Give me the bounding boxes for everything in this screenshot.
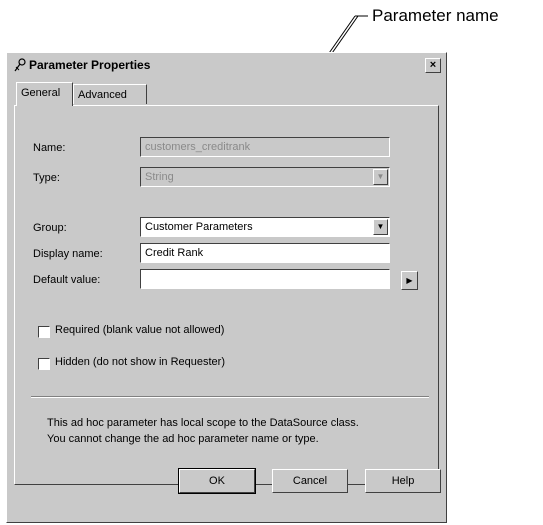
parameter-icon [14,58,26,72]
group-value: Customer Parameters [145,221,253,233]
name-field: customers_creditrank [140,137,390,157]
tab-general-label: General [21,87,61,99]
info-line-1: This ad hoc parameter has local scope to… [47,417,359,429]
display-name-field[interactable]: Credit Rank [140,243,390,263]
group-dropdown-arrow-icon[interactable]: ▼ [373,219,388,235]
close-icon: × [429,59,437,71]
type-dropdown-arrow-icon: ▼ [373,169,388,185]
separator [31,396,429,398]
type-label: Type: [33,172,60,184]
parameter-properties-dialog: Parameter Properties × General Advanced … [6,52,447,523]
info-line-2: You cannot change the ad hoc parameter n… [47,433,319,445]
title-bar[interactable]: Parameter Properties × [9,55,444,75]
tab-advanced-label: Advanced [78,89,127,101]
required-checkbox-label[interactable]: Required (blank value not allowed) [55,324,224,336]
display-name-label: Display name: [33,248,103,260]
type-dropdown: String ▼ [140,167,390,187]
tab-general[interactable]: General [16,82,73,106]
type-value: String [145,171,174,183]
expand-default-value-button[interactable]: ▶ [401,271,418,290]
dialog-title: Parameter Properties [29,58,151,72]
cancel-button[interactable]: Cancel [272,469,348,493]
required-checkbox[interactable] [38,326,50,338]
default-value-field[interactable] [140,269,390,289]
ok-button[interactable]: OK [178,468,256,494]
default-value-label: Default value: [33,274,101,286]
name-label: Name: [33,142,66,154]
group-dropdown[interactable]: Customer Parameters ▼ [140,217,390,237]
tab-advanced[interactable]: Advanced [73,84,147,104]
group-label: Group: [33,222,67,234]
play-arrow-icon: ▶ [406,276,413,285]
hidden-checkbox-label[interactable]: Hidden (do not show in Requester) [55,356,225,368]
help-button[interactable]: Help [365,469,441,493]
info-text: This ad hoc parameter has local scope to… [47,415,359,447]
close-button[interactable]: × [425,58,441,73]
hidden-checkbox[interactable] [38,358,50,370]
